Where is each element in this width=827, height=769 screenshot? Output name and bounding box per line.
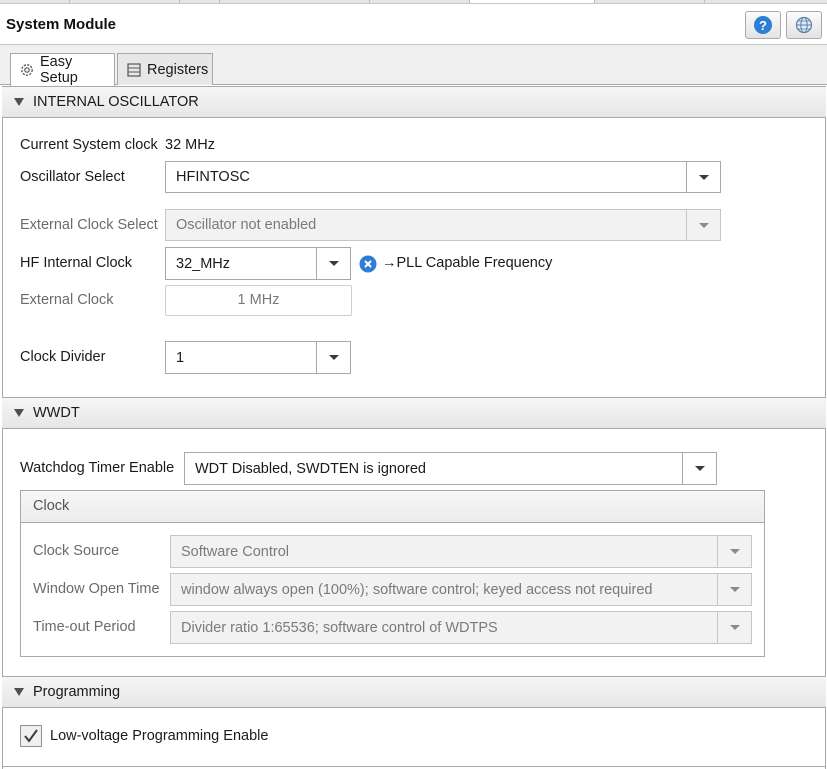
tab-label: Registers [147, 61, 209, 78]
dropdown-value: Oscillator not enabled [176, 217, 317, 233]
bottom-border [2, 766, 826, 767]
external-clock-select-dropdown[interactable]: Oscillator not enabled [165, 209, 721, 241]
section-title: WWDT [33, 405, 80, 421]
globe-icon [795, 16, 813, 34]
chevron-down-icon[interactable] [316, 248, 350, 279]
tab-label: Easy Setup [39, 54, 78, 86]
section-internal-oscillator[interactable]: INTERNAL OSCILLATOR [2, 86, 826, 118]
gear-icon [21, 64, 33, 76]
hf-internal-clock-dropdown[interactable]: 32_MHz [165, 247, 351, 280]
section-programming[interactable]: Programming [2, 676, 826, 708]
clock-source-label: Clock Source [33, 543, 120, 559]
external-clock-select-label: External Clock Select [20, 217, 158, 233]
checkmark-icon [24, 729, 38, 743]
collapse-triangle-icon [14, 688, 24, 696]
window-open-time-dropdown[interactable]: window always open (100%); software cont… [170, 573, 752, 606]
external-clock-label: External Clock [20, 292, 114, 308]
list-icon [127, 62, 141, 77]
hf-internal-clock-label: HF Internal Clock [20, 255, 133, 271]
error-x-icon [359, 255, 377, 273]
chevron-down-icon[interactable] [686, 210, 720, 240]
chevron-down-icon[interactable] [717, 536, 751, 567]
chevron-down-icon[interactable] [682, 453, 716, 484]
tab-registers[interactable]: Registers [117, 53, 213, 85]
watchdog-enable-dropdown[interactable]: WDT Disabled, SWDTEN is ignored [184, 452, 717, 485]
tab-easy-setup[interactable]: Easy Setup [10, 53, 115, 86]
help-button[interactable]: ? [745, 11, 781, 39]
watchdog-enable-label: Watchdog Timer Enable [20, 460, 175, 476]
dropdown-value: Software Control [181, 543, 289, 560]
dropdown-value: window always open (100%); software cont… [181, 581, 653, 598]
section-title: INTERNAL OSCILLATOR [33, 94, 199, 110]
clock-divider-dropdown[interactable]: 1 [165, 341, 351, 374]
dropdown-value: 32_MHz [176, 255, 230, 272]
dropdown-value: Divider ratio 1:65536; software control … [181, 619, 498, 636]
section-wwdt[interactable]: WWDT [2, 397, 826, 429]
timeout-period-label: Time-out Period [33, 619, 136, 635]
help-icon: ? [754, 16, 772, 34]
current-clock-label: Current System clock [20, 137, 158, 153]
current-clock-value: 32 MHz [165, 137, 215, 153]
chevron-down-icon[interactable] [717, 574, 751, 605]
clock-group-title: Clock [21, 491, 764, 523]
oscillator-select-dropdown[interactable]: HFINTOSC [165, 161, 721, 193]
collapse-triangle-icon [14, 409, 24, 417]
section-title: Programming [33, 684, 121, 700]
window-title: System Module [6, 16, 117, 33]
clock-source-dropdown[interactable]: Software Control [170, 535, 752, 568]
globe-button[interactable] [786, 11, 822, 39]
clock-divider-label: Clock Divider [20, 349, 106, 365]
lvp-label: Low-voltage Programming Enable [50, 728, 269, 744]
dropdown-value: WDT Disabled, SWDTEN is ignored [195, 460, 426, 477]
oscillator-select-label: Oscillator Select [20, 169, 125, 185]
chevron-down-icon[interactable] [686, 162, 720, 192]
dropdown-value: 1 [176, 349, 185, 366]
chevron-down-icon[interactable] [717, 612, 751, 643]
lvp-checkbox[interactable] [20, 725, 42, 747]
window-open-time-label: Window Open Time [33, 581, 160, 597]
dropdown-value: HFINTOSC [176, 169, 250, 185]
chevron-down-icon[interactable] [316, 342, 350, 373]
pll-capable-note: →PLL Capable Frequency [382, 255, 553, 271]
external-clock-field[interactable]: 1 MHz [165, 285, 352, 316]
collapse-triangle-icon [14, 98, 24, 106]
timeout-period-dropdown[interactable]: Divider ratio 1:65536; software control … [170, 611, 752, 644]
window-top-strip [0, 0, 827, 4]
